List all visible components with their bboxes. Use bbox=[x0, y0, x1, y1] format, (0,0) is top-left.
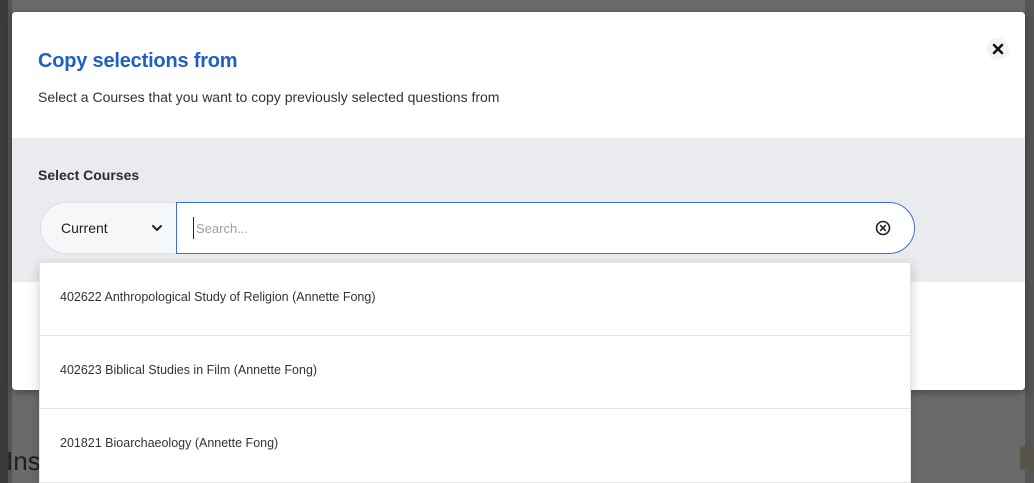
close-icon bbox=[992, 43, 1004, 55]
chevron-down-icon bbox=[152, 225, 162, 231]
course-option-label: 402622 Anthropological Study of Religion… bbox=[60, 290, 376, 304]
course-option[interactable]: 201821 Bioarchaeology (Annette Fong) bbox=[40, 409, 910, 481]
course-option[interactable]: 402622 Anthropological Study of Religion… bbox=[40, 263, 910, 335]
background-heading: Ins bbox=[6, 446, 41, 476]
modal-title: Copy selections from bbox=[38, 50, 238, 72]
window-frame-left bbox=[0, 0, 8, 483]
course-dropdown: 402622 Anthropological Study of Religion… bbox=[39, 262, 911, 483]
background-right-chip bbox=[1020, 446, 1034, 470]
modal-header: Copy selections from Select a Courses th… bbox=[12, 12, 1025, 138]
background-right-strip bbox=[1025, 0, 1034, 483]
close-button[interactable] bbox=[987, 38, 1009, 60]
course-option-label: 201821 Bioarchaeology (Annette Fong) bbox=[60, 436, 279, 450]
search-box bbox=[176, 202, 915, 254]
course-option-label: 402623 Biblical Studies in Film (Annette… bbox=[60, 363, 318, 377]
course-scope-value: Current bbox=[61, 220, 108, 236]
clear-circle-icon[interactable] bbox=[874, 219, 892, 237]
course-option[interactable]: 402623 Biblical Studies in Film (Annette… bbox=[40, 336, 910, 408]
modal-subtitle: Select a Courses that you want to copy p… bbox=[38, 89, 500, 105]
search-input[interactable] bbox=[193, 217, 836, 239]
select-courses-label: Select Courses bbox=[38, 167, 140, 183]
modal-body: Select Courses Current bbox=[12, 138, 1025, 282]
